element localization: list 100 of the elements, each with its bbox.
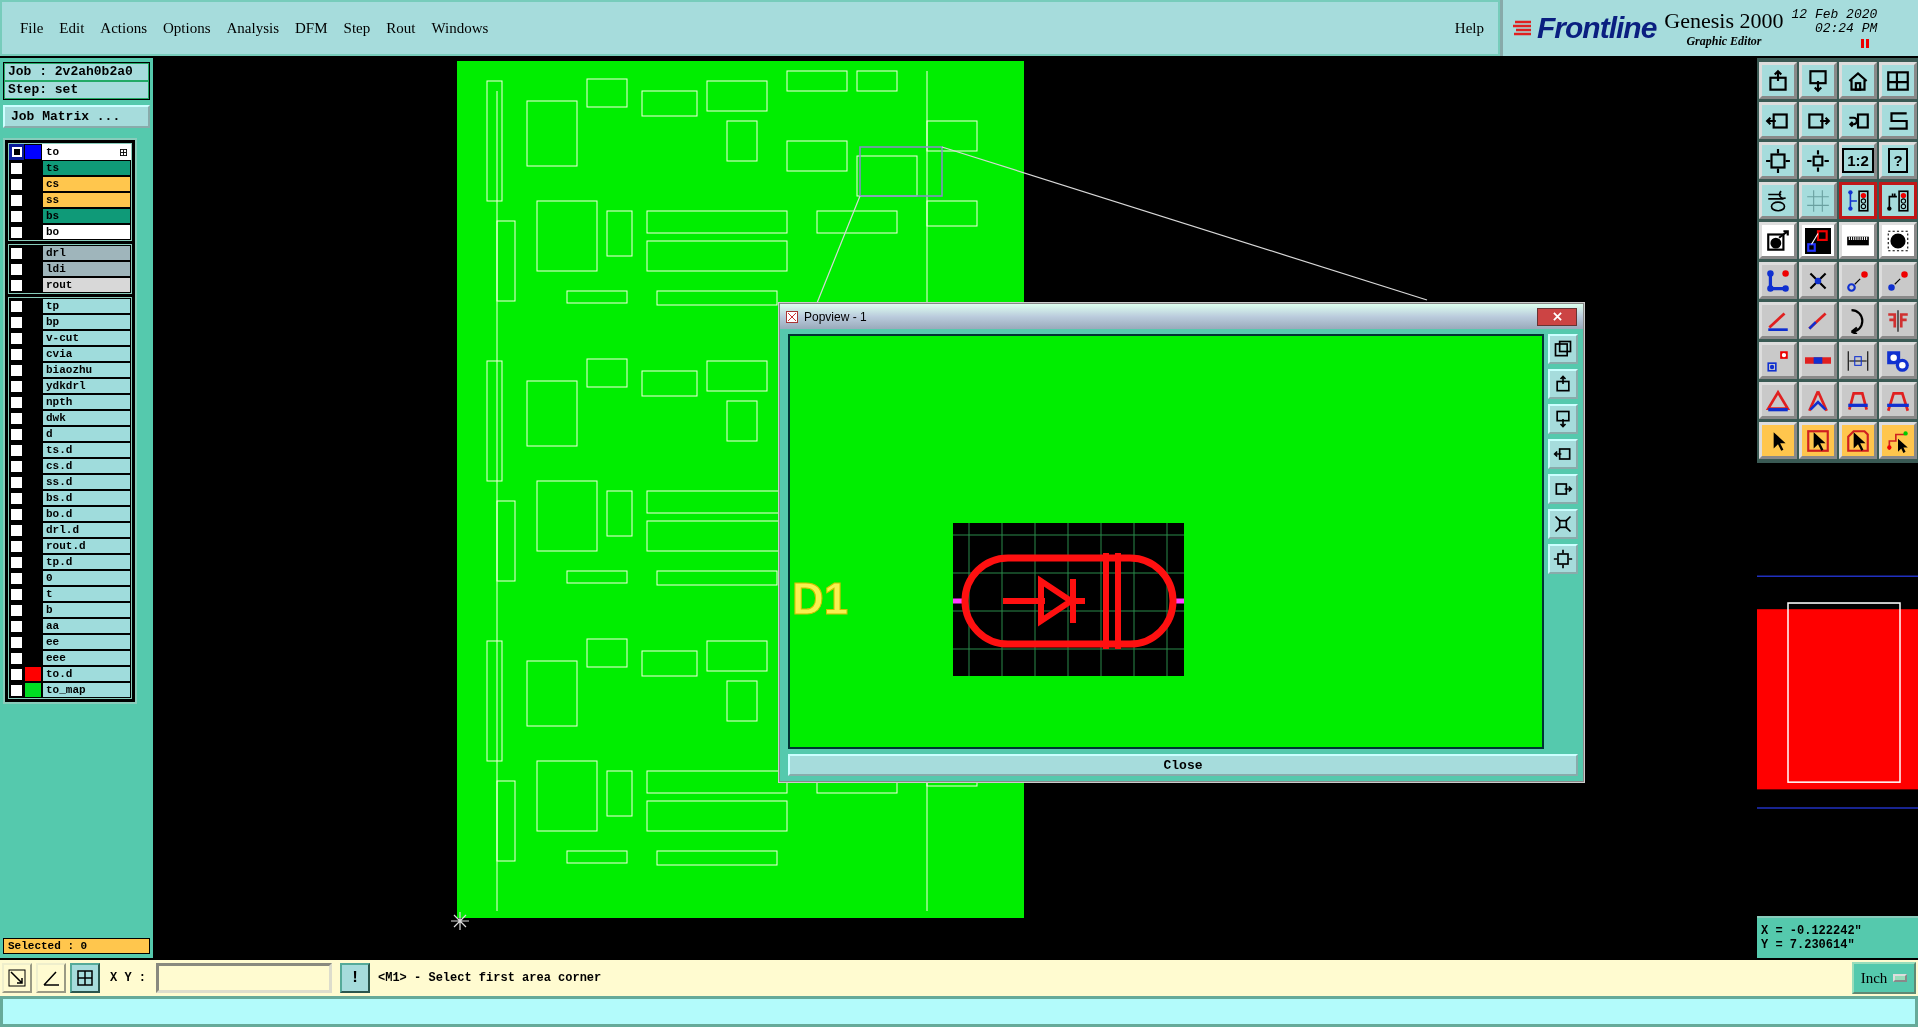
layer-checkbox[interactable] bbox=[9, 538, 24, 554]
layer-checkbox[interactable] bbox=[9, 208, 24, 224]
layer-name[interactable]: drl.d bbox=[42, 522, 131, 538]
layer-name[interactable]: to bbox=[42, 144, 131, 160]
layer-name[interactable]: rout bbox=[42, 277, 131, 293]
view-button[interactable] bbox=[1548, 509, 1578, 539]
layer-name[interactable]: ss bbox=[42, 192, 131, 208]
menu-item[interactable]: Windows bbox=[423, 19, 497, 37]
execute-button[interactable]: ! bbox=[340, 963, 370, 993]
close-button[interactable]: Close bbox=[788, 754, 1578, 776]
expand-icon[interactable] bbox=[120, 148, 127, 156]
layer-name[interactable]: bo bbox=[42, 224, 131, 240]
tool-button[interactable]: 1:2 bbox=[1839, 142, 1877, 179]
layer-checkbox[interactable] bbox=[9, 490, 24, 506]
layer-checkbox[interactable] bbox=[9, 346, 24, 362]
layer-name[interactable]: ss.d bbox=[42, 474, 131, 490]
layer-checkbox[interactable] bbox=[9, 144, 24, 160]
job-matrix-button[interactable]: Job Matrix ... bbox=[3, 105, 150, 128]
tool-button[interactable] bbox=[1879, 182, 1917, 219]
layer-checkbox[interactable] bbox=[9, 426, 24, 442]
layer-name[interactable]: cvia bbox=[42, 346, 131, 362]
layer-checkbox[interactable] bbox=[9, 394, 24, 410]
layer-name[interactable]: npth bbox=[42, 394, 131, 410]
tool-button[interactable] bbox=[1839, 182, 1877, 219]
menu-item[interactable]: Step bbox=[335, 19, 379, 37]
layer-checkbox[interactable] bbox=[9, 298, 24, 314]
menu-item[interactable]: DFM bbox=[287, 19, 336, 37]
layer-checkbox[interactable] bbox=[9, 362, 24, 378]
menu-item[interactable]: Options bbox=[155, 19, 219, 37]
layer-checkbox[interactable] bbox=[9, 245, 24, 261]
view-button[interactable] bbox=[1548, 404, 1578, 434]
layer-checkbox[interactable] bbox=[9, 634, 24, 650]
layer-name[interactable]: ee bbox=[42, 634, 131, 650]
layer-name[interactable]: cs.d bbox=[42, 458, 131, 474]
menu-item[interactable]: Analysis bbox=[218, 19, 288, 37]
layer-name[interactable]: to.d bbox=[42, 666, 131, 682]
layer-name[interactable]: b bbox=[42, 602, 131, 618]
layer-name[interactable]: aa bbox=[42, 618, 131, 634]
units-dropdown[interactable]: Inch bbox=[1852, 962, 1916, 994]
layer-name[interactable]: cs bbox=[42, 176, 131, 192]
menu-item[interactable]: Rout bbox=[378, 19, 424, 37]
view-button[interactable] bbox=[1548, 334, 1578, 364]
layer-checkbox[interactable] bbox=[9, 261, 24, 277]
layer-name[interactable]: rout.d bbox=[42, 538, 131, 554]
layer-checkbox[interactable] bbox=[9, 650, 24, 666]
layer-name[interactable]: ydkdrl bbox=[42, 378, 131, 394]
menu-item[interactable]: File bbox=[12, 19, 52, 37]
menu-item[interactable]: Actions bbox=[92, 19, 155, 37]
layer-checkbox[interactable] bbox=[9, 458, 24, 474]
layer-name[interactable]: bo.d bbox=[42, 506, 131, 522]
upload-box-icon bbox=[1553, 374, 1573, 394]
view-button[interactable] bbox=[1548, 439, 1578, 469]
layer-checkbox[interactable] bbox=[9, 682, 24, 698]
layer-name[interactable]: ts.d bbox=[42, 442, 131, 458]
layer-checkbox[interactable] bbox=[9, 474, 24, 490]
layer-checkbox[interactable] bbox=[9, 410, 24, 426]
layer-checkbox[interactable] bbox=[9, 330, 24, 346]
layer-name[interactable]: 0 bbox=[42, 570, 131, 586]
tool-button[interactable] bbox=[70, 963, 100, 993]
layer-checkbox[interactable] bbox=[9, 554, 24, 570]
xy-label: X Y : bbox=[109, 971, 147, 985]
layer-checkbox[interactable] bbox=[9, 618, 24, 634]
layer-checkbox[interactable] bbox=[9, 570, 24, 586]
layer-name[interactable]: dwk bbox=[42, 410, 131, 426]
layer-name[interactable]: biaozhu bbox=[42, 362, 131, 378]
layer-name[interactable]: drl bbox=[42, 245, 131, 261]
layer-checkbox[interactable] bbox=[9, 224, 24, 240]
view-button[interactable] bbox=[1548, 474, 1578, 504]
layer-checkbox[interactable] bbox=[9, 277, 24, 293]
layer-name[interactable]: tp.d bbox=[42, 554, 131, 570]
help-menu[interactable]: Help bbox=[1446, 19, 1498, 37]
layer-name[interactable]: bs.d bbox=[42, 490, 131, 506]
layer-name[interactable]: tp bbox=[42, 298, 131, 314]
layer-checkbox[interactable] bbox=[9, 160, 24, 176]
layer-checkbox[interactable] bbox=[9, 314, 24, 330]
menu-item[interactable]: Edit bbox=[51, 19, 93, 37]
layer-checkbox[interactable] bbox=[9, 442, 24, 458]
layer-name[interactable]: t bbox=[42, 586, 131, 602]
layer-name[interactable]: ldi bbox=[42, 261, 131, 277]
layer-checkbox[interactable] bbox=[9, 192, 24, 208]
layer-name[interactable]: bp bbox=[42, 314, 131, 330]
layer-checkbox[interactable] bbox=[9, 522, 24, 538]
tool-button[interactable]: ? bbox=[1879, 142, 1917, 179]
view-button[interactable] bbox=[1548, 544, 1578, 574]
layer-checkbox[interactable] bbox=[9, 586, 24, 602]
layer-name[interactable]: v-cut bbox=[42, 330, 131, 346]
layer-checkbox[interactable] bbox=[9, 176, 24, 192]
layer-checkbox[interactable] bbox=[9, 506, 24, 522]
xy-input-field[interactable] bbox=[156, 963, 332, 993]
layer-checkbox[interactable] bbox=[9, 602, 24, 618]
layer-checkbox[interactable] bbox=[9, 666, 24, 682]
layer-name[interactable]: d bbox=[42, 426, 131, 442]
layer-name[interactable]: bs bbox=[42, 208, 131, 224]
layer-checkbox[interactable] bbox=[9, 378, 24, 394]
layer-name[interactable]: ts bbox=[42, 160, 131, 176]
layer-name[interactable]: to_map bbox=[42, 682, 131, 698]
traffic-light-icon bbox=[1845, 187, 1871, 214]
layer-name[interactable]: eee bbox=[42, 650, 131, 666]
view-button[interactable] bbox=[1548, 369, 1578, 399]
close-button[interactable] bbox=[1537, 307, 1577, 326]
